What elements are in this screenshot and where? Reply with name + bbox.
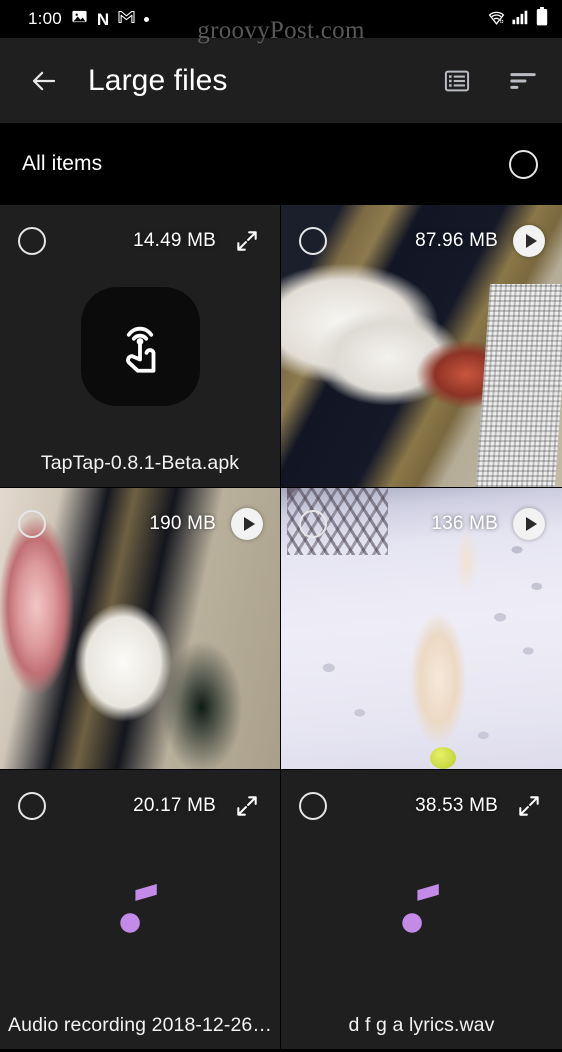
cell-overlay: 190 MB	[0, 488, 280, 560]
status-bar: 1:00 N	[0, 0, 562, 38]
file-name: d f g a lyrics.wav	[348, 1014, 495, 1036]
play-button[interactable]	[230, 507, 264, 541]
view-toggle-button[interactable]	[440, 64, 474, 98]
cellular-signal-icon	[512, 9, 530, 30]
app-bar-actions	[440, 64, 540, 98]
tennis-ball-shape	[429, 747, 456, 769]
select-circle-icon[interactable]	[299, 510, 327, 538]
file-size: 20.17 MB	[133, 795, 216, 816]
file-size: 190 MB	[149, 513, 216, 534]
select-circle-icon[interactable]	[18, 227, 46, 255]
play-icon	[513, 225, 545, 257]
wifi-icon	[487, 9, 506, 30]
page-title: Large files	[88, 63, 228, 97]
grid-item-video-dog-bone[interactable]: 190 MB	[0, 488, 281, 770]
sort-button[interactable]	[506, 64, 540, 98]
file-size: 14.49 MB	[133, 230, 216, 251]
battery-icon	[536, 7, 548, 31]
select-circle-icon[interactable]	[299, 792, 327, 820]
file-grid: 14.49 MB TapTap-0.8.1-Beta.apk 87.96 MB	[0, 205, 562, 1050]
tap-gesture-icon	[126, 326, 156, 373]
select-circle-icon[interactable]	[18, 792, 46, 820]
select-all-circle-icon[interactable]	[509, 149, 538, 179]
status-time: 1:00	[28, 9, 62, 28]
expand-arrows-icon	[237, 231, 257, 251]
expand-button[interactable]	[230, 789, 264, 823]
cell-overlay: 20.17 MB	[0, 770, 280, 842]
all-items-row[interactable]: All items	[0, 123, 562, 205]
status-bar-left: 1:00 N	[28, 8, 149, 30]
file-name: Audio recording 2018-12-26…	[8, 1014, 272, 1036]
status-bar-right	[487, 7, 548, 31]
back-button[interactable]	[22, 59, 66, 103]
select-circle-icon[interactable]	[18, 510, 46, 538]
sort-icon	[510, 72, 536, 89]
arrow-left-icon	[32, 71, 56, 90]
grid-item-apk[interactable]: 14.49 MB TapTap-0.8.1-Beta.apk	[0, 205, 281, 488]
files-app-screen: 1:00 N groovyPost.com Large files All it…	[0, 0, 562, 1052]
select-circle-icon[interactable]	[299, 227, 327, 255]
netflix-icon: N	[96, 9, 109, 29]
play-icon	[231, 508, 263, 540]
dot-icon	[143, 16, 149, 22]
grid-item-video-dog-snow[interactable]: 136 MB	[281, 488, 562, 770]
all-items-label: All items	[22, 152, 103, 175]
play-button[interactable]	[512, 507, 546, 541]
file-size: 38.53 MB	[415, 795, 498, 816]
music-note-icon	[401, 883, 439, 933]
grid-item-audio-recording[interactable]: 20.17 MB Audio recording 2018-12-26…	[0, 770, 281, 1050]
music-note-icon	[120, 883, 157, 933]
grid-item-video-dog-rug[interactable]: 87.96 MB	[281, 205, 562, 488]
image-icon	[71, 8, 88, 30]
expand-button[interactable]	[230, 224, 264, 258]
expand-button[interactable]	[512, 789, 546, 823]
gmail-icon	[118, 10, 135, 29]
cell-overlay: 87.96 MB	[281, 205, 562, 277]
list-view-icon	[444, 70, 470, 91]
play-icon	[513, 508, 545, 540]
file-name: TapTap-0.8.1-Beta.apk	[40, 452, 240, 474]
expand-arrows-icon	[519, 796, 539, 816]
grid-item-audio-wav[interactable]: 38.53 MB d f g a lyrics.wav	[281, 770, 562, 1050]
cell-overlay: 38.53 MB	[281, 770, 562, 842]
file-size: 87.96 MB	[415, 230, 498, 251]
cell-overlay: 136 MB	[281, 488, 562, 560]
taptap-app-icon	[80, 286, 200, 406]
cell-overlay: 14.49 MB	[0, 205, 280, 277]
app-bar: Large files	[0, 38, 562, 123]
expand-arrows-icon	[237, 796, 257, 816]
play-button[interactable]	[512, 224, 546, 258]
file-size: 136 MB	[431, 513, 498, 534]
